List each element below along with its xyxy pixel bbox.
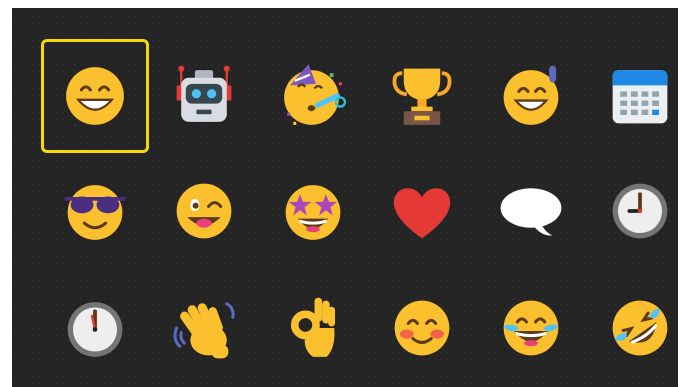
red-heart-icon [393, 188, 451, 239]
emoji-winking-face-with-tongue[interactable] [150, 154, 258, 268]
emoji-clock-twelve[interactable] [41, 271, 149, 385]
beaming-face-with-smiling-eyes-icon [66, 67, 124, 125]
emoji-grinning-face-with-sweat[interactable] [477, 39, 585, 153]
emoji-waving-hand[interactable] [150, 271, 258, 385]
emoji-face-with-tears-of-joy[interactable] [477, 271, 585, 385]
emoji-clock-three[interactable] [586, 154, 678, 268]
emoji-smiling-face-with-sunglasses[interactable] [41, 154, 149, 268]
emoji-beaming-face-with-smiling-eyes[interactable] [41, 39, 149, 153]
emoji-smiling-face-with-blush[interactable] [368, 271, 476, 385]
speech-balloon-icon [500, 188, 562, 236]
emoji-ok-hand[interactable] [259, 271, 367, 385]
calendar-icon [612, 70, 668, 124]
emoji-face-with-party-horn[interactable] [259, 39, 367, 153]
emoji-trophy[interactable] [368, 39, 476, 153]
face-with-party-horn-icon [284, 64, 347, 125]
emoji-picker-panel [12, 8, 678, 387]
waving-hand-icon [173, 302, 235, 359]
smiling-face-with-blush-icon [394, 300, 450, 356]
ok-hand-icon [290, 297, 336, 357]
emoji-rolling-on-the-floor-laughing[interactable] [586, 271, 678, 385]
grinning-face-with-sweat-icon [503, 65, 559, 125]
emoji-red-heart[interactable] [368, 154, 476, 268]
face-with-tears-of-joy-icon [503, 300, 559, 356]
clock-twelve-icon [67, 302, 123, 357]
rolling-on-the-floor-laughing-icon [612, 300, 668, 356]
winking-face-with-tongue-icon [176, 183, 232, 239]
robot-icon [176, 65, 232, 122]
star-struck-icon [285, 185, 341, 240]
clock-three-icon [612, 183, 668, 239]
trophy-icon [392, 68, 452, 125]
emoji-speech-balloon[interactable] [477, 154, 585, 268]
emoji-star-struck[interactable] [259, 154, 367, 268]
smiling-face-with-sunglasses-icon [64, 185, 126, 240]
emoji-calendar[interactable] [586, 39, 678, 153]
emoji-robot[interactable] [150, 39, 258, 153]
